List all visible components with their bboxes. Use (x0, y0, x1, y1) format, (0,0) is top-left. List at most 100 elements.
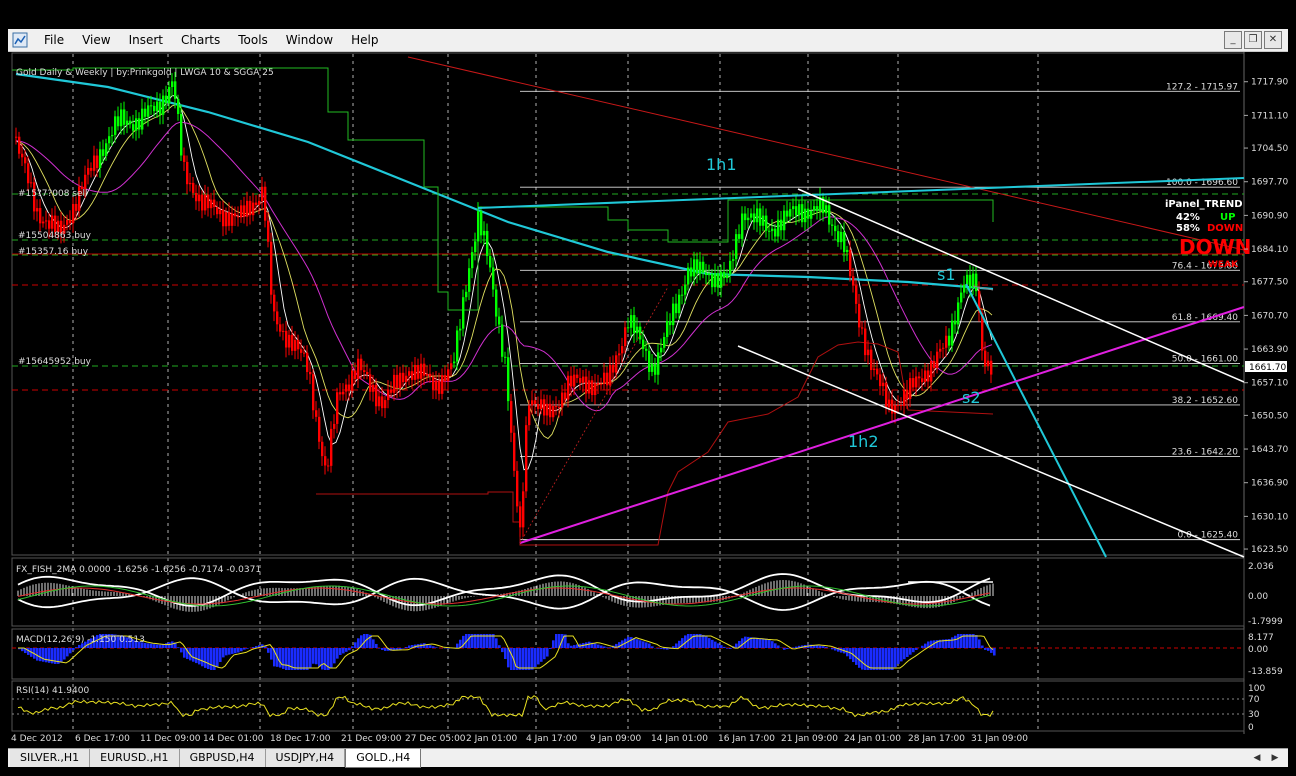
tab-scroll-left-icon[interactable]: ◀ (1250, 751, 1264, 765)
macd-bar (42, 648, 45, 662)
restore-icon[interactable]: ❐ (1244, 31, 1262, 49)
candle-body (396, 374, 399, 389)
macd-bar (321, 648, 324, 670)
macd-bar (975, 635, 978, 648)
macd-bar (336, 648, 339, 659)
candle-body (933, 360, 936, 369)
rsi-line (17, 694, 994, 718)
trend-lines[interactable] (407, 56, 1245, 558)
tab-eurusd[interactable]: EURUSD.,H1 (90, 749, 180, 767)
candle-body (105, 143, 108, 156)
candle-body (330, 428, 333, 466)
candle-body (453, 361, 456, 364)
candle-body (450, 363, 453, 370)
macd-bar (993, 648, 996, 656)
macd-bar (873, 648, 876, 670)
macd-bar (888, 648, 891, 670)
candle-body (255, 202, 258, 205)
candle-body (504, 356, 507, 358)
macd-bar (207, 648, 210, 670)
candle-body (777, 219, 780, 237)
candle-body (858, 303, 861, 328)
candle-body (426, 373, 429, 376)
candle-body (903, 389, 906, 406)
tab-gold[interactable]: GOLD.,H4 (345, 749, 422, 768)
tab-silver[interactable]: SILVER.,H1 (10, 749, 91, 767)
candle-body (897, 404, 900, 406)
menu-charts[interactable]: Charts (172, 32, 229, 48)
menu-file[interactable]: File (35, 32, 73, 48)
time-label: 4 Jan 17:00 (526, 734, 578, 744)
tab-usdjpy[interactable]: USDJPY,H4 (265, 749, 346, 767)
candle-body (438, 380, 441, 394)
candle-body (474, 241, 477, 253)
menu-view[interactable]: View (73, 32, 119, 48)
candle-body (735, 234, 738, 260)
candle-body (54, 215, 57, 233)
fish-label: FX_FISH_2MA 0.0000 -1.6256 -1.6256 -0.71… (16, 565, 261, 575)
macd-bar (819, 645, 822, 648)
close-icon[interactable]: ✕ (1264, 31, 1282, 49)
fib-label: 50.0 - 1661.00 (1172, 354, 1238, 364)
macd-bar (147, 643, 150, 648)
candle-body (603, 372, 606, 384)
time-label: 14 Dec 01:00 (203, 734, 264, 744)
macd-bar (522, 648, 525, 670)
macd-bar (318, 648, 321, 667)
macd-bar (672, 646, 675, 648)
tab-gbpusd[interactable]: GBPUSD,H4 (179, 749, 266, 767)
candle-body (234, 213, 237, 217)
candle-body (726, 274, 729, 279)
menu-tools[interactable]: Tools (229, 32, 277, 48)
tab-scroll-right-icon[interactable]: ▶ (1268, 751, 1282, 765)
time-label: 31 Jan 09:00 (971, 734, 1028, 744)
macd-bar (525, 648, 528, 670)
time-label: 24 Jan 01:00 (844, 734, 901, 744)
candle-body (738, 234, 741, 239)
candle-body (291, 334, 294, 351)
candle-body (429, 373, 432, 377)
minimize-icon[interactable]: _ (1224, 31, 1242, 49)
macd-bar (675, 643, 678, 648)
time-label: 27 Dec 05:00 (405, 734, 466, 744)
candle-body (168, 87, 171, 104)
candle-body (654, 363, 657, 375)
candle-body (150, 105, 153, 107)
price-chart[interactable]: 127.2 - 1715.97100.0 - 1696.6076.4 - 167… (8, 44, 1288, 748)
macd-bar (762, 638, 765, 648)
candle-body (843, 231, 846, 253)
candle-body (951, 320, 954, 346)
menu-help[interactable]: Help (342, 32, 387, 48)
macd-bar (720, 645, 723, 648)
candle-body (264, 186, 267, 221)
macd-bar (408, 645, 411, 648)
macd-scale-bottom: -13.859 (1248, 667, 1283, 677)
candle-body (36, 208, 39, 212)
menu-insert[interactable]: Insert (120, 32, 172, 48)
chart-title: Gold Daily & Weekly | by:Prinkgold | LWG… (16, 68, 274, 78)
price-label: 1643.70 (1251, 445, 1288, 455)
candle-body (366, 372, 369, 375)
menu-window[interactable]: Window (277, 32, 342, 48)
candle-body (642, 339, 645, 349)
macd-bar (597, 644, 600, 648)
candle-body (627, 327, 630, 329)
macd-bar (717, 643, 720, 648)
macd-bar (72, 648, 75, 651)
macd-bar (753, 637, 756, 648)
candle-body (387, 389, 390, 401)
candle-body (486, 230, 489, 257)
candle-body (174, 81, 177, 99)
macd-bar (567, 643, 570, 648)
chart-area[interactable]: 127.2 - 1715.97 100.0 - 1696.60 76.4 - 167… (8, 44, 1288, 748)
macd-bar (543, 648, 546, 660)
candle-body (102, 149, 105, 156)
candle-body (609, 364, 612, 386)
candle-body (51, 215, 54, 229)
candle-body (432, 376, 435, 390)
candle-body (276, 311, 279, 325)
candle-body (39, 208, 42, 224)
candle-body (111, 134, 114, 137)
candle-body (555, 406, 558, 408)
macd-bar (315, 648, 318, 665)
